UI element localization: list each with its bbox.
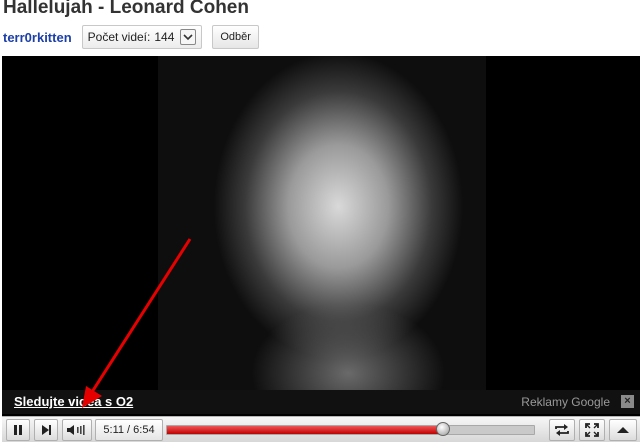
video-count-value: 144	[154, 30, 175, 44]
ad-sponsor-label: Reklamy Google	[521, 395, 610, 409]
pause-icon	[14, 425, 22, 435]
volume-icon	[67, 425, 85, 435]
next-icon	[42, 425, 51, 435]
ad-overlay-bar: Sledujte videa s O2 Reklamy Google ×	[2, 390, 640, 414]
player-controls: 5:11 / 6:54	[2, 416, 640, 442]
channel-name-link[interactable]: terr0rkitten	[3, 30, 72, 45]
close-icon[interactable]: ×	[621, 395, 634, 408]
loop-icon	[555, 424, 569, 436]
video-title: Hallelujah - Leonard Cohen	[3, 0, 249, 18]
fullscreen-button[interactable]	[579, 419, 605, 441]
video-count-box: Počet videí: 144	[81, 25, 203, 49]
ad-link[interactable]: Sledujte videa s O2	[14, 394, 133, 409]
pause-button[interactable]	[6, 419, 30, 441]
loop-button[interactable]	[549, 419, 575, 441]
video-count-label: Počet videí:	[87, 30, 151, 44]
chevron-down-icon[interactable]	[180, 29, 197, 45]
subscribe-button[interactable]: Odběr	[212, 25, 259, 49]
collapse-button[interactable]	[609, 419, 637, 441]
video-player[interactable]: Sledujte videa s O2 Reklamy Google × 5:1…	[2, 56, 640, 442]
time-display: 5:11 / 6:54	[95, 419, 163, 441]
video-thumbnail-image	[158, 56, 486, 390]
progress-fill	[167, 426, 443, 434]
collapse-icon	[617, 427, 629, 433]
progress-scrubber[interactable]	[435, 422, 450, 436]
volume-button[interactable]	[62, 419, 92, 441]
fullscreen-icon	[585, 423, 599, 437]
video-frame[interactable]: Sledujte videa s O2 Reklamy Google ×	[2, 56, 640, 414]
next-button[interactable]	[34, 419, 58, 441]
channel-row: terr0rkitten Počet videí: 144 Odběr	[3, 24, 259, 50]
progress-bar[interactable]	[166, 422, 535, 436]
